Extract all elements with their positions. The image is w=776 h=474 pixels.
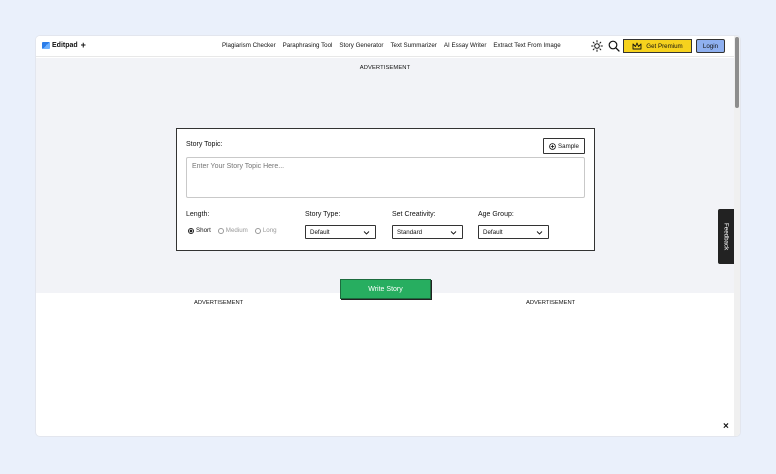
get-premium-button[interactable]: Get Premium bbox=[623, 39, 692, 53]
premium-label: Get Premium bbox=[646, 42, 683, 50]
crown-icon bbox=[632, 42, 642, 50]
nav-paraphrasing-tool[interactable]: Paraphrasing Tool bbox=[283, 42, 333, 49]
chevron-down-icon bbox=[536, 231, 543, 235]
nav-extract-text[interactable]: Extract Text From Image bbox=[493, 42, 560, 49]
radio-empty-icon bbox=[217, 227, 224, 234]
story-type-value: Default bbox=[310, 228, 330, 236]
advertisement-left: ADVERTISEMENT bbox=[194, 300, 244, 306]
advertisement-top: ADVERTISEMENT bbox=[359, 65, 411, 71]
feedback-tab[interactable]: Feedback bbox=[718, 209, 734, 264]
length-short-radio[interactable]: Short bbox=[188, 227, 211, 234]
length-medium-radio[interactable]: Medium bbox=[217, 227, 248, 234]
logo-icon bbox=[42, 42, 50, 49]
length-short-label: Short bbox=[196, 227, 211, 234]
nav-plagiarism-checker[interactable]: Plagiarism Checker bbox=[222, 42, 276, 49]
nav-links: Plagiarism Checker Paraphrasing Tool Sto… bbox=[222, 42, 568, 49]
age-group-label: Age Group: bbox=[478, 211, 514, 218]
top-navbar: Editpad + Plagiarism Checker Paraphrasin… bbox=[36, 36, 734, 57]
write-story-button[interactable]: Write Story bbox=[340, 279, 431, 299]
length-long-label: Long bbox=[262, 227, 277, 234]
browser-window: Editpad + Plagiarism Checker Paraphrasin… bbox=[36, 36, 740, 436]
story-type-select[interactable]: Default bbox=[305, 225, 376, 239]
creativity-value: Standard bbox=[397, 228, 423, 236]
login-button[interactable]: Login bbox=[696, 39, 725, 53]
sample-icon bbox=[549, 142, 556, 150]
advertisement-right: ADVERTISEMENT bbox=[526, 300, 576, 306]
chevron-down-icon bbox=[363, 231, 370, 235]
scrollbar-thumb[interactable] bbox=[735, 37, 739, 108]
logo-text: Editpad bbox=[52, 42, 78, 49]
length-radio-group: Short Medium Long bbox=[188, 227, 284, 234]
story-topic-label: Story Topic: bbox=[186, 141, 223, 148]
sun-icon[interactable] bbox=[591, 40, 603, 52]
generator-section: ADVERTISEMENT Story Topic: Sample Length… bbox=[36, 58, 734, 299]
chevron-down-icon bbox=[450, 231, 457, 235]
search-icon[interactable] bbox=[608, 40, 620, 52]
nav-ai-essay-writer[interactable]: AI Essay Writer bbox=[444, 42, 487, 49]
nav-story-generator[interactable]: Story Generator bbox=[339, 42, 383, 49]
close-icon[interactable]: × bbox=[723, 422, 729, 432]
age-group-select[interactable]: Default bbox=[478, 225, 549, 239]
creativity-select[interactable]: Standard bbox=[392, 225, 463, 239]
radio-empty-icon bbox=[254, 227, 261, 234]
sample-label: Sample bbox=[558, 142, 579, 150]
logo-plus: + bbox=[80, 40, 86, 50]
editpad-logo[interactable]: Editpad + bbox=[42, 41, 86, 50]
radio-selected-icon bbox=[188, 227, 194, 234]
length-medium-label: Medium bbox=[225, 227, 248, 234]
story-form-card: Story Topic: Sample Length: Short Med bbox=[176, 128, 595, 251]
age-group-value: Default bbox=[483, 228, 503, 236]
creativity-label: Set Creativity: bbox=[392, 211, 436, 218]
story-type-label: Story Type: bbox=[305, 211, 341, 218]
length-long-radio[interactable]: Long bbox=[254, 227, 277, 234]
nav-text-summarizer[interactable]: Text Summarizer bbox=[390, 42, 436, 49]
length-label: Length: bbox=[186, 211, 210, 218]
story-topic-input[interactable] bbox=[186, 157, 585, 198]
sample-button[interactable]: Sample bbox=[543, 138, 585, 154]
